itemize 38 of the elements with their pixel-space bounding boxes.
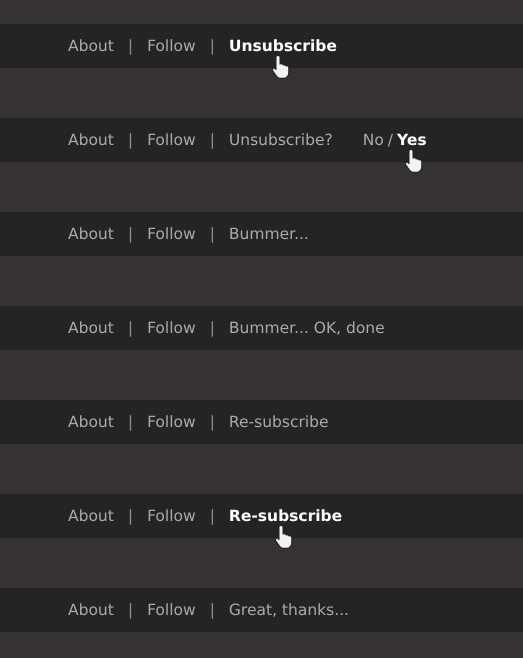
separator: | xyxy=(210,319,215,337)
nav-link[interactable]: About xyxy=(68,507,114,525)
separator: | xyxy=(128,601,134,619)
nav-link[interactable]: About xyxy=(68,413,114,431)
separator: | xyxy=(128,131,134,149)
nav-link[interactable]: Unsubscribe xyxy=(228,37,337,55)
separator: | xyxy=(210,37,215,55)
nav-link[interactable]: Re-subscribe xyxy=(228,507,342,525)
nav-link[interactable]: Re-subscribe xyxy=(228,413,329,431)
status-message: Bummer... OK, done xyxy=(228,319,385,337)
nav-link[interactable]: Follow xyxy=(147,601,196,619)
nav-link[interactable]: About xyxy=(68,131,114,149)
nav-link[interactable]: Yes xyxy=(397,131,427,149)
nav-link[interactable]: No xyxy=(362,131,384,149)
nav-link[interactable]: Follow xyxy=(147,225,196,243)
separator: | xyxy=(128,319,134,337)
nav-link[interactable]: Follow xyxy=(147,131,196,149)
nav-link[interactable]: Follow xyxy=(147,37,196,55)
status-message: Bummer... xyxy=(228,225,309,243)
nav-link[interactable]: About xyxy=(68,601,114,619)
separator: | xyxy=(128,413,134,431)
separator: | xyxy=(210,413,215,431)
nav-link[interactable]: About xyxy=(68,319,114,337)
separator: | xyxy=(128,225,134,243)
separator: | xyxy=(128,507,134,525)
nav-link[interactable]: Follow xyxy=(147,413,196,431)
separator: / xyxy=(388,131,394,149)
nav-link[interactable]: About xyxy=(68,225,114,243)
status-message: Great, thanks... xyxy=(228,601,349,619)
nav-link[interactable]: Follow xyxy=(147,507,196,525)
separator: | xyxy=(210,601,215,619)
separator: | xyxy=(210,225,215,243)
separator: | xyxy=(210,131,215,149)
nav-link[interactable]: About xyxy=(68,37,114,55)
separator: | xyxy=(210,507,215,525)
confirm-prompt: Unsubscribe? xyxy=(228,131,333,149)
separator: | xyxy=(128,37,134,55)
nav-link[interactable]: Follow xyxy=(147,319,196,337)
